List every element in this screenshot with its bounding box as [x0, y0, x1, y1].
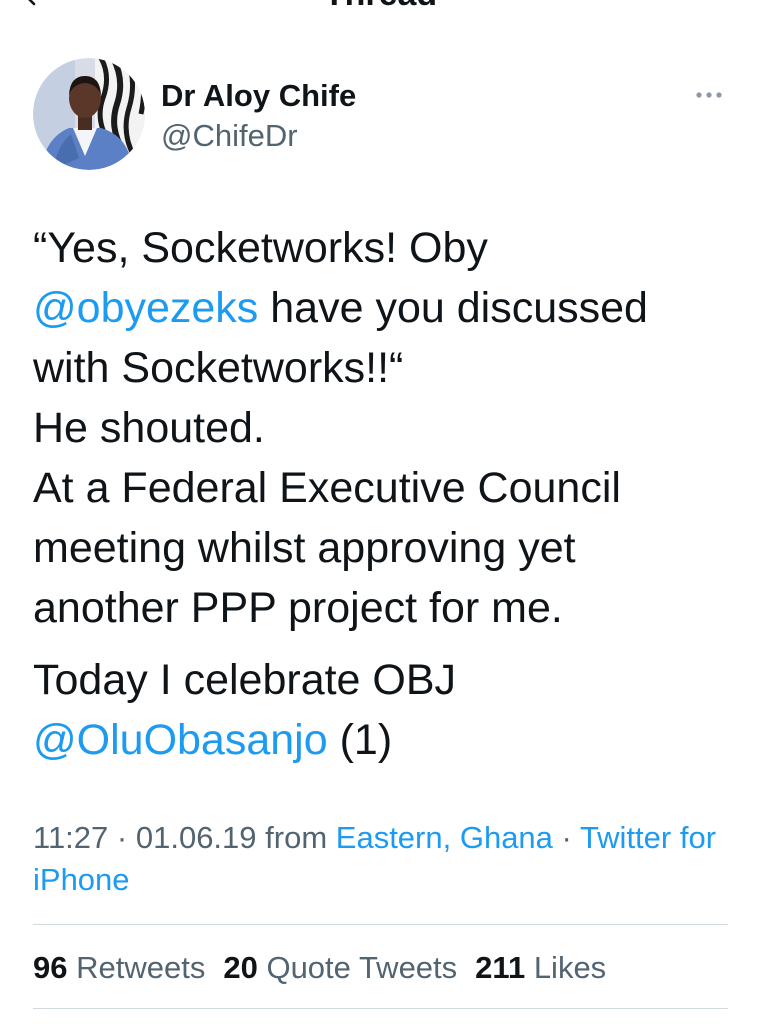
tweet-meta: 11:27 · 01.06.19 from Eastern, Ghana · T…: [33, 817, 738, 901]
page-title: Thread: [0, 0, 761, 14]
tweet-date[interactable]: 01.06.19: [136, 820, 257, 855]
author-name[interactable]: Dr Aloy Chife: [161, 77, 356, 115]
location-link[interactable]: Eastern, Ghana: [336, 820, 553, 855]
avatar-image: [33, 58, 145, 170]
tweet-line: meeting whilst approving yet: [33, 524, 576, 572]
quote-tweets-label: Quote Tweets: [266, 950, 458, 985]
tweet-line: Today I celebrate OBJ: [33, 656, 457, 704]
tweet-line-text: (1): [339, 716, 393, 764]
tweet-stats: 96 Retweets 20 Quote Tweets 211 Likes: [33, 947, 606, 989]
likes-stat[interactable]: 211 Likes: [475, 947, 606, 989]
retweets-stat[interactable]: 96 Retweets: [33, 947, 205, 989]
divider: [33, 1008, 728, 1009]
meta-separator: ·: [561, 820, 572, 855]
more-dots-glyph: [696, 92, 722, 98]
from-label: from: [265, 820, 328, 855]
tweet-line: @obyezeks have you discussed: [33, 278, 648, 338]
author-handle[interactable]: @ChifeDr: [161, 117, 298, 155]
mention-link[interactable]: @obyezeks: [33, 284, 258, 332]
tweet-line-text: have you discussed: [270, 284, 648, 332]
tweet-line: another PPP project for me.: [33, 584, 563, 632]
tweet-line: He shouted.: [33, 404, 265, 452]
tweet-paragraph-2: Today I celebrate OBJ @OluObasanjo (1): [33, 650, 648, 770]
meta-separator: ·: [116, 820, 128, 855]
tweet-paragraph-1: “Yes, Socketworks! Oby @obyezeks have yo…: [33, 218, 648, 638]
divider: [33, 924, 728, 925]
tweet-text: “Yes, Socketworks! Oby @obyezeks have yo…: [33, 218, 648, 770]
retweets-label: Retweets: [76, 950, 206, 985]
likes-count: 211: [475, 950, 526, 985]
thread-page: Thread Dr Aloy Chife @Chi: [0, 0, 761, 1024]
quote-tweets-stat[interactable]: 20 Quote Tweets: [223, 947, 457, 989]
tweet-line: At a Federal Executive Council: [33, 464, 621, 512]
more-options-icon[interactable]: [692, 86, 726, 104]
likes-label: Likes: [533, 950, 607, 985]
tweet-line: “Yes, Socketworks! Oby: [33, 224, 488, 272]
avatar[interactable]: [33, 58, 145, 170]
quote-tweets-count: 20: [223, 950, 258, 985]
tweet-time[interactable]: 11:27: [33, 820, 108, 855]
tweet-line: with Socketworks!!“: [33, 344, 404, 392]
mention-link[interactable]: @OluObasanjo: [33, 716, 328, 764]
tweet-line: @OluObasanjo (1): [33, 710, 648, 770]
retweets-count: 96: [33, 950, 68, 985]
